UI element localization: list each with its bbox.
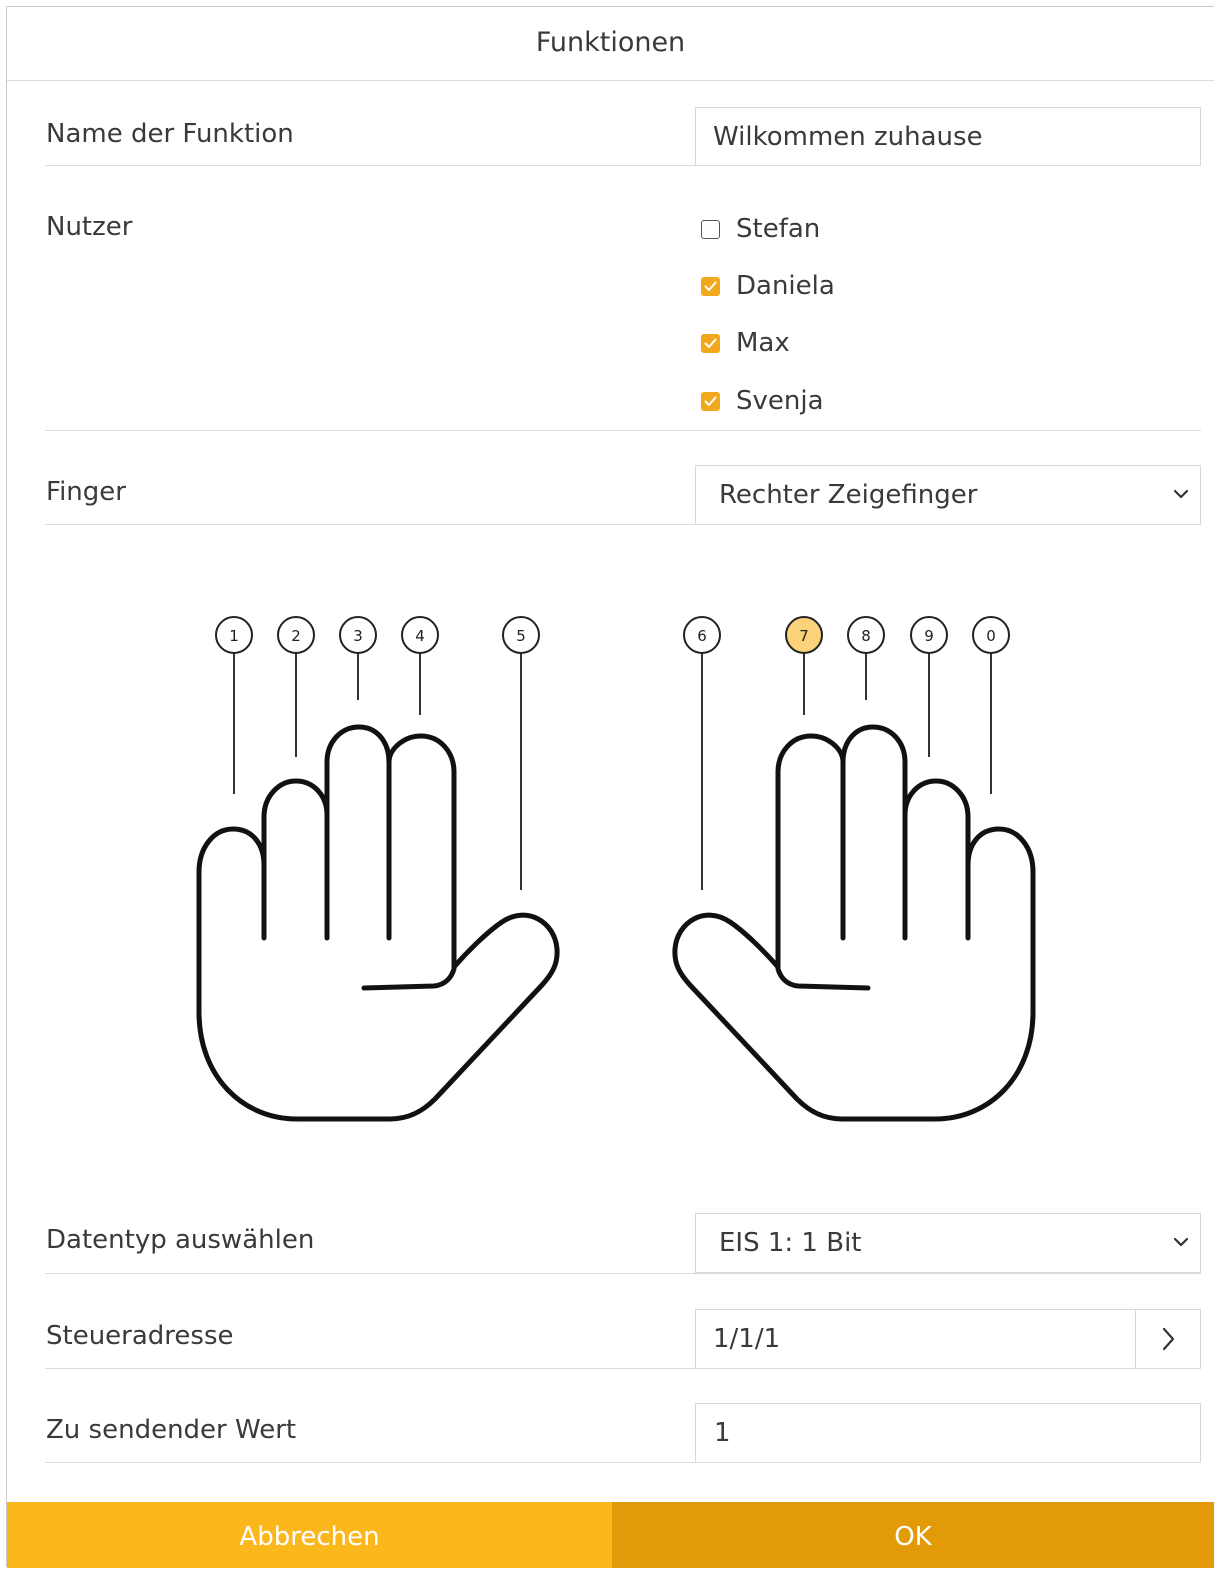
finger-number-3[interactable]: 3 xyxy=(339,616,377,654)
palm-crease-line xyxy=(361,966,457,991)
finger-number-label: 7 xyxy=(799,627,809,645)
finger-number-label: 8 xyxy=(861,627,871,645)
finger-number-label: 9 xyxy=(924,627,934,645)
send-value-value: 1 xyxy=(714,1418,731,1448)
finger-number-2[interactable]: 2 xyxy=(277,616,315,654)
finger-number-label: 4 xyxy=(415,627,425,645)
finger-number-4[interactable]: 4 xyxy=(401,616,439,654)
ok-button[interactable]: OK xyxy=(612,1502,1214,1568)
finger-number-0[interactable]: 0 xyxy=(972,616,1010,654)
finger-number-8[interactable]: 8 xyxy=(847,616,885,654)
left-hand-icon xyxy=(196,724,560,1122)
divider xyxy=(45,1368,1201,1369)
divider xyxy=(45,1273,1201,1274)
cancel-button[interactable]: Abbrechen xyxy=(7,1502,612,1568)
address-label: Steueradresse xyxy=(46,1321,234,1351)
finger-number-label: 1 xyxy=(229,627,239,645)
datatype-select[interactable]: EIS 1: 1 Bit xyxy=(695,1213,1201,1273)
chevron-right-icon xyxy=(1162,1327,1175,1351)
finger-number-label: 2 xyxy=(291,627,301,645)
address-value: 1/1/1 xyxy=(713,1324,781,1354)
dialog-footer: Abbrechen OK xyxy=(7,1502,1214,1568)
finger-number-label: 6 xyxy=(697,627,707,645)
finger-number-label: 3 xyxy=(353,627,363,645)
finger-diagram: 1 2 3 4 5 6 7 8 9 0 xyxy=(196,616,1036,1122)
finger-number-5[interactable]: 5 xyxy=(502,616,540,654)
datatype-label: Datentyp auswählen xyxy=(46,1225,315,1255)
datatype-selected-value: EIS 1: 1 Bit xyxy=(719,1228,862,1258)
finger-number-9[interactable]: 9 xyxy=(910,616,948,654)
address-picker-button[interactable] xyxy=(1135,1310,1200,1368)
right-hand-icon xyxy=(672,724,1036,1122)
finger-number-label: 5 xyxy=(516,627,526,645)
send-value-input[interactable]: 1 xyxy=(695,1403,1201,1463)
functions-dialog: Funktionen Name der Funktion Wilkommen z… xyxy=(6,6,1214,1568)
finger-number-label: 0 xyxy=(986,627,996,645)
finger-number-6[interactable]: 6 xyxy=(683,616,721,654)
send-value-label: Zu sendender Wert xyxy=(46,1415,297,1445)
chevron-down-icon xyxy=(1173,1237,1189,1247)
finger-number-7-selected[interactable]: 7 xyxy=(785,616,823,654)
divider xyxy=(45,1462,1201,1463)
address-field[interactable]: 1/1/1 xyxy=(695,1309,1201,1369)
finger-number-1[interactable]: 1 xyxy=(215,616,253,654)
